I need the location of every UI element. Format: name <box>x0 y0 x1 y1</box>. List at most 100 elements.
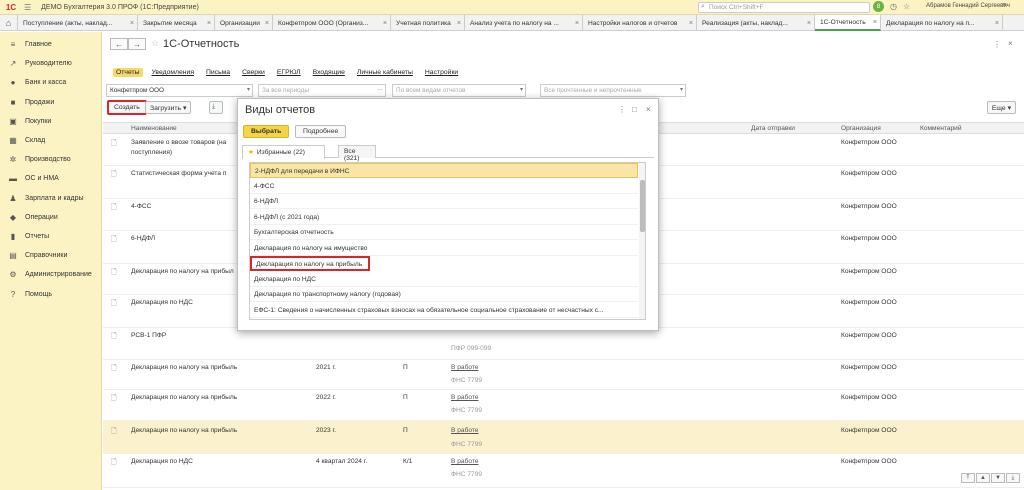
table-row[interactable]: 🗋 Декларация по налогу на прибыль 2021 г… <box>103 360 1024 390</box>
status-link[interactable]: В работе <box>451 394 478 401</box>
sidebar-item-purchases[interactable]: ▣ Покупки <box>0 112 101 131</box>
export-icon[interactable]: ⤓ <box>209 101 223 114</box>
scroll-up-icon[interactable]: ▲ <box>976 473 990 483</box>
list-item[interactable]: 6-НДФЛ (с 2021 года) <box>250 210 638 225</box>
list-item[interactable]: 4-ФСС <box>250 179 638 194</box>
close-icon[interactable]: × <box>1008 39 1013 48</box>
menu-incoming[interactable]: Входящие <box>310 68 348 77</box>
back-button[interactable]: ← <box>110 38 128 50</box>
status-link[interactable]: В работе <box>451 364 478 371</box>
close-icon[interactable]: × <box>807 20 811 27</box>
tab-konfetprom[interactable]: Конфетпром ООО (Организ... × <box>273 15 391 31</box>
sidebar-item-manager[interactable]: ↗ Руководителю <box>0 54 101 73</box>
scroll-top-icon[interactable]: ⤒ <box>961 473 975 483</box>
period-filter[interactable]: За все периоды… <box>258 84 386 97</box>
tab-realization[interactable]: Реализация (акты, наклад... × <box>697 15 815 31</box>
user-name[interactable]: Абрамов Геннадий Сергеевич <box>926 3 1010 9</box>
menu-settings[interactable]: Настройки <box>422 68 461 77</box>
more-button[interactable]: Еще ▾ <box>986 101 1016 114</box>
sidebar-item-salary[interactable]: ♟ Зарплата и кадры <box>0 189 101 208</box>
table-row[interactable]: 🗋 Декларация по налогу на прибыль 2022 г… <box>103 390 1024 421</box>
sidebar-item-sales[interactable]: ■ Продажи <box>0 93 101 112</box>
col-name[interactable]: Наименование <box>131 125 177 132</box>
notifications-badge[interactable]: 8 <box>873 1 884 12</box>
tab-tax-analysis[interactable]: Анализ учета по налогу на ... × <box>465 15 583 31</box>
list-item[interactable]: 6-НДФЛ <box>250 194 638 209</box>
sidebar-item-operations[interactable]: ◆ Операции <box>0 208 101 227</box>
close-icon[interactable]: × <box>689 20 693 27</box>
sidebar-item-catalogs[interactable]: ▤ Справочники <box>0 246 101 265</box>
history-icon[interactable]: ◷ <box>890 2 897 11</box>
menu-notifications[interactable]: Уведомления <box>149 68 198 77</box>
close-icon[interactable]: × <box>207 20 211 27</box>
menu-reports[interactable]: Отчеты <box>113 68 143 77</box>
details-button[interactable]: Подробнее <box>295 125 347 138</box>
tab-1c-reporting[interactable]: 1С-Отчетность × <box>815 15 881 31</box>
favorites-icon[interactable]: ☆ <box>903 2 910 11</box>
tab-all[interactable]: Все (321) <box>338 145 376 162</box>
menu-egrul[interactable]: ЕГРЮЛ <box>274 68 304 77</box>
close-icon[interactable]: × <box>265 20 269 27</box>
forward-button[interactable]: → <box>128 38 146 50</box>
list-item-highlighted[interactable]: Декларация по налогу на прибыль <box>250 256 370 271</box>
more-vertical-icon[interactable]: ⋮ <box>618 105 626 114</box>
load-button[interactable]: Загрузить ▾ <box>145 101 192 114</box>
col-comment[interactable]: Комментарий <box>920 125 962 132</box>
sidebar-item-main[interactable]: ≡ Главное <box>0 35 101 54</box>
sidebar-item-help[interactable]: ? Помощь <box>0 284 101 303</box>
menu-reconciliations[interactable]: Сверки <box>239 68 268 77</box>
close-icon[interactable]: × <box>457 20 461 27</box>
list-item[interactable]: Бухгалтерская отчетность <box>250 225 638 240</box>
table-row[interactable]: 🗋 Декларация по НДС 4 квартал 2024 г. К/… <box>103 454 1024 488</box>
scroll-bottom-icon[interactable]: ⤓ <box>1006 473 1020 483</box>
tab-favorites[interactable]: ★ Избранные (22) <box>242 145 325 159</box>
close-icon[interactable]: × <box>995 20 999 27</box>
sidebar-item-reports[interactable]: ▮ Отчеты <box>0 227 101 246</box>
sidebar-item-bank[interactable]: ● Банк и касса <box>0 73 101 92</box>
maximize-icon[interactable]: □ <box>632 105 637 114</box>
list-item[interactable]: Декларация по транспортному налогу (годо… <box>250 287 638 302</box>
status-filter[interactable]: Все прочтенные и непрочтенные ▾ <box>540 84 686 97</box>
status-link[interactable]: В работе <box>451 458 478 465</box>
list-scrollbar[interactable] <box>639 163 645 319</box>
org-filter[interactable]: Конфетпром ООО ▾ <box>106 84 253 97</box>
chevron-down-icon: ▾ <box>182 105 187 112</box>
more-vertical-icon[interactable]: ⋮ <box>993 40 1001 49</box>
menu-icon[interactable]: ☰ <box>24 3 31 12</box>
tab-organizations[interactable]: Организации × <box>215 15 273 31</box>
list-item[interactable]: 2-НДФЛ для передачи в ИФНС <box>250 163 638 178</box>
close-icon[interactable]: × <box>383 20 387 27</box>
menu-letters[interactable]: Письма <box>203 68 233 77</box>
create-button[interactable]: Создать <box>107 100 147 115</box>
list-item[interactable]: Декларация по налогу на имущество <box>250 241 638 256</box>
col-org[interactable]: Организация <box>841 125 881 132</box>
list-item[interactable]: ЕФС-1: Сведения о начисленных страховых … <box>250 303 638 318</box>
home-icon[interactable]: ⌂ <box>0 15 18 31</box>
close-icon[interactable]: × <box>646 105 651 114</box>
scrollbar-thumb[interactable] <box>640 180 645 232</box>
select-button[interactable]: Выбрать <box>243 125 290 138</box>
table-row-selected[interactable]: 🗋 Декларация по налогу на прибыль 2023 г… <box>103 421 1024 454</box>
settings-icon[interactable]: ≡ <box>1002 2 1006 9</box>
sidebar-item-assets[interactable]: ▬ ОС и НМА <box>0 169 101 188</box>
close-icon[interactable]: × <box>873 19 877 26</box>
tab-accounting-policy[interactable]: Учетная политика × <box>391 15 465 31</box>
sidebar-item-warehouse[interactable]: ▦ Склад <box>0 131 101 150</box>
close-icon[interactable]: × <box>575 20 579 27</box>
col-sent-date[interactable]: Дата отправки <box>751 125 795 132</box>
global-search-input[interactable]: ⌕ Поиск Ctrl+Shift+F <box>698 2 870 13</box>
scroll-down-icon[interactable]: ▼ <box>991 473 1005 483</box>
tab-closing-month[interactable]: Закрытие месяца × <box>138 15 215 31</box>
status-link[interactable]: В работе <box>451 427 478 434</box>
sidebar-item-admin[interactable]: ⚙ Администрирование <box>0 265 101 284</box>
sidebar-item-production[interactable]: ✲ Производство <box>0 150 101 169</box>
menu-personal-cabinets[interactable]: Личные кабинеты <box>354 68 416 77</box>
tab-postuplenie[interactable]: Поступление (акты, наклад... × <box>18 15 138 31</box>
tab-profit-declaration[interactable]: Декларация по налогу на п... × <box>881 15 1003 31</box>
close-icon[interactable]: × <box>130 20 134 27</box>
table-row[interactable]: 🗋 РСВ-1 ПФР ПФР 099-099 Конфетпром ООО <box>103 328 1024 360</box>
favorite-star-icon[interactable]: ☆ <box>151 38 159 49</box>
list-item[interactable]: Декларация по НДС <box>250 272 638 287</box>
report-type-filter[interactable]: По всем видам отчетов ▾ <box>392 84 526 97</box>
tab-tax-settings[interactable]: Настройки налогов и отчетов × <box>583 15 697 31</box>
